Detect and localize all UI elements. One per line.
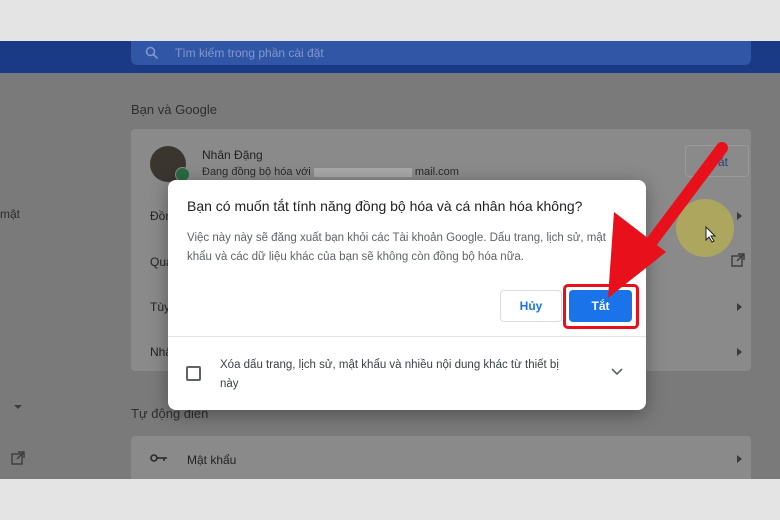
chevron-right-icon[interactable]: [735, 211, 743, 221]
sidebar-item-passwords[interactable]: mật: [0, 207, 20, 221]
clear-data-label: Xóa dấu trang, lịch sử, mật khẩu và nhiề…: [220, 359, 559, 390]
external-link-icon[interactable]: [11, 451, 25, 465]
turn-off-sync-dialog: Bạn có muốn tắt tính năng đồng bộ hóa và…: [168, 180, 646, 410]
settings-header: Tìm kiếm trong phần cài đặt: [0, 41, 780, 73]
mouse-cursor-icon: [705, 226, 717, 243]
cancel-button[interactable]: Hủy: [500, 290, 562, 322]
redacted-email: [313, 167, 412, 177]
sync-status: Đang đồng bộ hóa với mail.com: [202, 166, 459, 178]
section-title-you-and-google: Bạn và Google: [131, 102, 218, 117]
row-customize-profile[interactable]: Tùy: [150, 300, 170, 314]
turn-off-sync-button[interactable]: Tắt: [685, 145, 749, 177]
chevron-right-icon[interactable]: [735, 454, 743, 464]
row-passwords[interactable]: Mật khẩu: [187, 453, 236, 467]
dialog-body: Việc này này sẽ đăng xuất bạn khỏi các T…: [187, 232, 606, 263]
clear-data-checkbox[interactable]: [186, 366, 201, 381]
search-input[interactable]: Tìm kiếm trong phần cài đặt: [131, 41, 751, 65]
dialog-divider: [168, 336, 646, 337]
chevron-down-icon[interactable]: [13, 403, 23, 411]
key-icon: [150, 454, 167, 462]
search-icon: [145, 46, 159, 60]
dialog-title: Bạn có muốn tắt tính năng đồng bộ hóa và…: [187, 198, 583, 214]
chevron-down-icon[interactable]: [611, 368, 623, 376]
highlight-box: [563, 284, 639, 329]
search-placeholder: Tìm kiếm trong phần cài đặt: [175, 46, 324, 60]
sync-status-text: Đang đồng bộ hóa với: [202, 166, 311, 178]
external-link-icon[interactable]: [731, 253, 745, 267]
chevron-right-icon[interactable]: [735, 302, 743, 312]
email-suffix: mail.com: [414, 166, 459, 178]
turn-off-sync-label: Tắt: [710, 155, 728, 169]
user-name: Nhân Đặng: [202, 148, 263, 162]
chevron-right-icon[interactable]: [735, 347, 743, 357]
